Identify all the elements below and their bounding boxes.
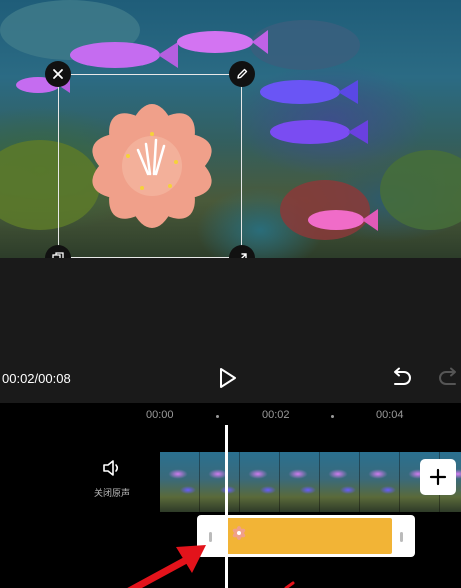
video-thumbnail [360, 452, 400, 512]
add-clip-button[interactable] [420, 459, 456, 495]
timeline[interactable]: 00:00 00:02 00:04 关闭原声 [0, 403, 461, 588]
time-tick: 00:04 [376, 409, 404, 421]
video-thumbnail [280, 452, 320, 512]
redo-icon[interactable] [436, 367, 461, 389]
video-thumbnail [160, 452, 200, 512]
coral-decoration [380, 150, 461, 230]
red-annotation-mark [284, 581, 295, 588]
speaker-icon [103, 460, 119, 476]
fish-decoration [70, 42, 178, 68]
video-clip-track[interactable] [160, 452, 461, 512]
fish-decoration [177, 30, 268, 54]
tick-dot [216, 415, 219, 418]
close-icon[interactable] [45, 61, 71, 87]
sticker-selection-frame[interactable] [58, 74, 242, 258]
mute-original-audio-button[interactable]: 关闭原声 [82, 459, 142, 499]
video-preview[interactable] [0, 0, 461, 258]
undo-icon[interactable] [388, 367, 414, 389]
play-icon[interactable] [216, 366, 238, 390]
trim-handle-right[interactable] [400, 532, 403, 542]
tick-dot [331, 415, 334, 418]
playhead[interactable] [225, 425, 228, 588]
pencil-icon[interactable] [229, 61, 255, 87]
sticker-clip[interactable] [197, 515, 415, 557]
time-tick: 00:02 [262, 409, 290, 421]
video-thumbnail [200, 452, 240, 512]
video-thumbnail [240, 452, 280, 512]
plus-icon [429, 468, 447, 486]
time-tick: 00:00 [146, 409, 174, 421]
time-display: 00:02/00:08 [2, 371, 71, 386]
video-thumbnail [320, 452, 360, 512]
flower-sticker-thumbnail [232, 526, 246, 540]
red-arrow [127, 545, 206, 588]
mute-label: 关闭原声 [93, 488, 130, 498]
sticker-clip-body [226, 518, 392, 554]
fish-decoration [260, 80, 358, 104]
scale-icon[interactable] [229, 245, 255, 258]
player-controls: 00:02/00:08 [0, 258, 461, 403]
fish-decoration [270, 120, 368, 144]
fish-decoration [308, 209, 378, 231]
